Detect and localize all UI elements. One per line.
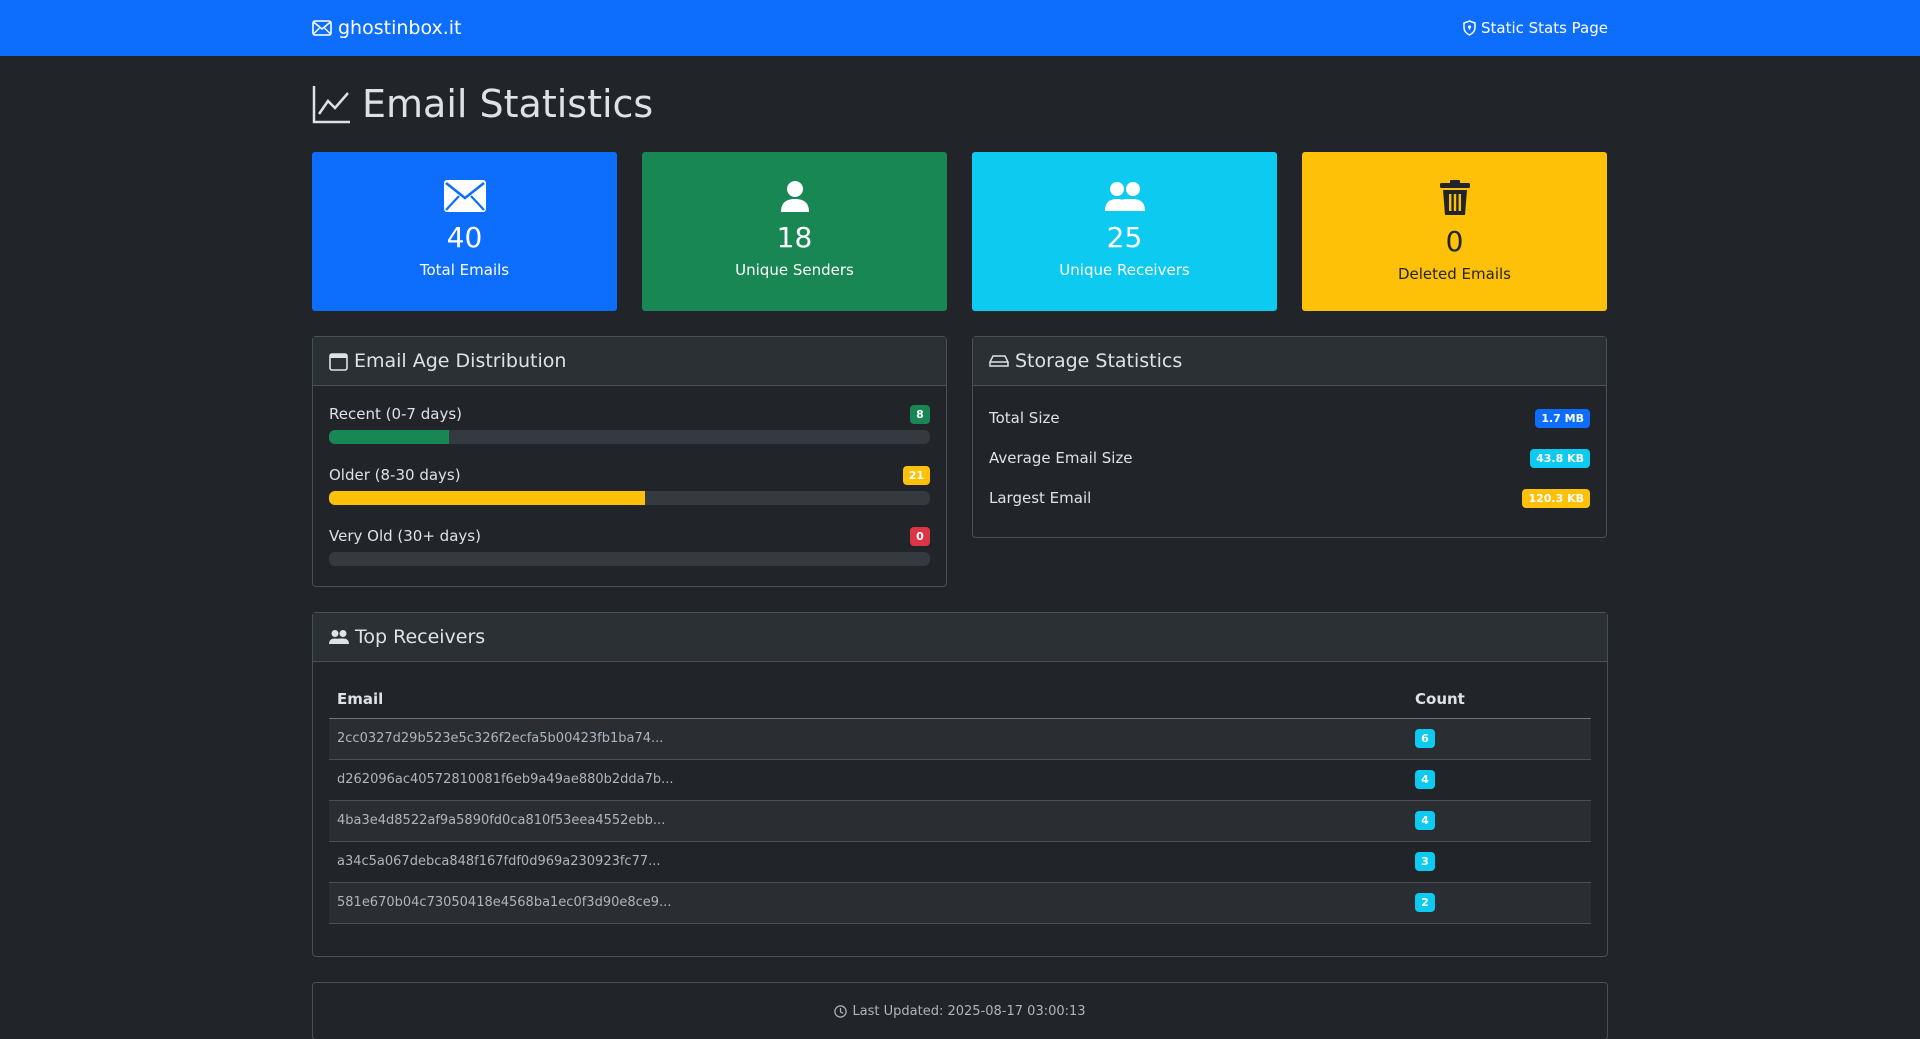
progress-bar bbox=[329, 552, 930, 566]
people-icon bbox=[1104, 180, 1145, 212]
panel-header: Top Receivers bbox=[313, 613, 1607, 662]
age-row-older: Older (8-30 days) 21 bbox=[329, 463, 930, 505]
receiver-count-badge: 4 bbox=[1415, 770, 1435, 789]
panel-header: Storage Statistics bbox=[973, 337, 1606, 386]
progress-bar bbox=[329, 491, 930, 505]
storage-value-badge: 120.3 KB bbox=[1522, 488, 1590, 508]
panels-row: Email Age Distribution Recent (0-7 days)… bbox=[312, 336, 1608, 587]
count-badge: 0 bbox=[910, 526, 930, 546]
storage-label: Largest Email bbox=[989, 489, 1092, 507]
brand-link[interactable]: ghostinbox.it bbox=[312, 17, 462, 39]
receiver-count-badge: 2 bbox=[1415, 893, 1435, 912]
stat-value: 25 bbox=[1106, 221, 1143, 254]
stat-label: Total Emails bbox=[419, 261, 510, 279]
receiver-email: 4ba3e4d8522af9a5890fd0ca810f53eea4552ebb… bbox=[329, 800, 1407, 842]
stat-value: 18 bbox=[776, 221, 813, 254]
panel-header: Email Age Distribution bbox=[313, 337, 946, 386]
main-content: Email Statistics 40 Total Emails 18 Uniq… bbox=[312, 82, 1608, 1039]
receiver-count-badge: 6 bbox=[1415, 729, 1435, 748]
email-age-panel: Email Age Distribution Recent (0-7 days)… bbox=[312, 336, 947, 587]
static-stats-link[interactable]: Static Stats Page bbox=[1463, 19, 1608, 37]
line-chart-icon bbox=[312, 84, 352, 124]
age-label: Very Old (30+ days) bbox=[329, 527, 481, 545]
receiver-count-badge: 4 bbox=[1415, 811, 1435, 830]
receiver-email: a34c5a067debca848f167fdf0d969a230923fc77… bbox=[329, 841, 1407, 883]
stat-card-unique-senders: 18 Unique Senders bbox=[642, 152, 947, 311]
table-row: 581e670b04c73050418e4568ba1ec0f3d90e8ce9… bbox=[329, 882, 1591, 924]
page-title-text: Email Statistics bbox=[362, 82, 654, 126]
last-updated-text: Last Updated: 2025-08-17 03:00:13 bbox=[852, 1003, 1086, 1019]
receiver-email: 2cc0327d29b523e5c326f2ecfa5b00423fb1ba74… bbox=[329, 718, 1407, 760]
progress-bar bbox=[329, 430, 930, 444]
receiver-email: 581e670b04c73050418e4568ba1ec0f3d90e8ce9… bbox=[329, 882, 1407, 924]
storage-value-badge: 1.7 MB bbox=[1535, 408, 1590, 428]
stat-value: 40 bbox=[446, 221, 483, 254]
stat-label: Deleted Emails bbox=[1397, 265, 1511, 283]
person-icon bbox=[779, 180, 811, 212]
count-badge: 8 bbox=[910, 404, 930, 424]
hdd-icon bbox=[989, 353, 1009, 369]
stat-value: 0 bbox=[1445, 225, 1464, 258]
brand-name: ghostinbox.it bbox=[338, 17, 462, 39]
age-row-very-old: Very Old (30+ days) 0 bbox=[329, 524, 930, 566]
storage-value-badge: 43.8 KB bbox=[1530, 448, 1590, 468]
panel-title: Email Age Distribution bbox=[354, 350, 567, 372]
shield-icon bbox=[1463, 20, 1476, 36]
panel-title: Storage Statistics bbox=[1015, 350, 1183, 372]
panel-title: Top Receivers bbox=[355, 626, 486, 648]
age-label: Older (8-30 days) bbox=[329, 466, 461, 484]
receivers-table: Email Count 2cc0327d29b523e5c326f2ecfa5b… bbox=[329, 662, 1591, 924]
people-icon bbox=[329, 629, 349, 645]
footer: Last Updated: 2025-08-17 03:00:13 bbox=[312, 982, 1608, 1039]
storage-row-total-size: Total Size 1.7 MB bbox=[989, 398, 1590, 438]
receiver-count-badge: 3 bbox=[1415, 852, 1435, 871]
table-row: d262096ac40572810081f6eb9a49ae880b2dda7b… bbox=[329, 759, 1591, 801]
stat-card-deleted-emails: 0 Deleted Emails bbox=[1302, 152, 1607, 311]
envelope-icon bbox=[312, 20, 332, 36]
table-header-row: Email Count bbox=[329, 662, 1591, 719]
top-receivers-panel: Top Receivers Email Count 2cc0327d29b523… bbox=[312, 612, 1608, 957]
column-header-count: Count bbox=[1407, 662, 1591, 719]
storage-row-largest: Largest Email 120.3 KB bbox=[989, 478, 1590, 518]
table-row: 4ba3e4d8522af9a5890fd0ca810f53eea4552ebb… bbox=[329, 800, 1591, 842]
storage-label: Total Size bbox=[989, 409, 1060, 427]
trash-icon bbox=[1439, 180, 1471, 216]
progress-fill bbox=[329, 491, 645, 505]
receiver-email: d262096ac40572810081f6eb9a49ae880b2dda7b… bbox=[329, 759, 1407, 801]
table-row: 2cc0327d29b523e5c326f2ecfa5b00423fb1ba74… bbox=[329, 718, 1591, 760]
page-title: Email Statistics bbox=[312, 82, 1608, 126]
column-header-email: Email bbox=[329, 662, 1407, 719]
count-badge: 21 bbox=[902, 465, 930, 485]
age-label: Recent (0-7 days) bbox=[329, 405, 462, 423]
storage-panel: Storage Statistics Total Size 1.7 MB Ave… bbox=[972, 336, 1607, 538]
clock-icon bbox=[834, 1004, 848, 1018]
stat-card-unique-receivers: 25 Unique Receivers bbox=[972, 152, 1277, 311]
storage-row-average-size: Average Email Size 43.8 KB bbox=[989, 438, 1590, 478]
navbar: ghostinbox.it Static Stats Page bbox=[0, 0, 1920, 56]
stat-label: Unique Receivers bbox=[1059, 261, 1190, 279]
static-stats-label: Static Stats Page bbox=[1480, 19, 1608, 37]
age-row-recent: Recent (0-7 days) 8 bbox=[329, 402, 930, 444]
progress-fill bbox=[329, 430, 450, 444]
stat-card-total-emails: 40 Total Emails bbox=[312, 152, 617, 311]
table-row: a34c5a067debca848f167fdf0d969a230923fc77… bbox=[329, 841, 1591, 883]
envelope-icon bbox=[443, 180, 486, 212]
storage-label: Average Email Size bbox=[989, 449, 1133, 467]
stat-label: Unique Senders bbox=[735, 261, 854, 279]
calendar-icon bbox=[329, 352, 348, 371]
stat-cards: 40 Total Emails 18 Unique Senders 25 Uni… bbox=[312, 152, 1608, 311]
